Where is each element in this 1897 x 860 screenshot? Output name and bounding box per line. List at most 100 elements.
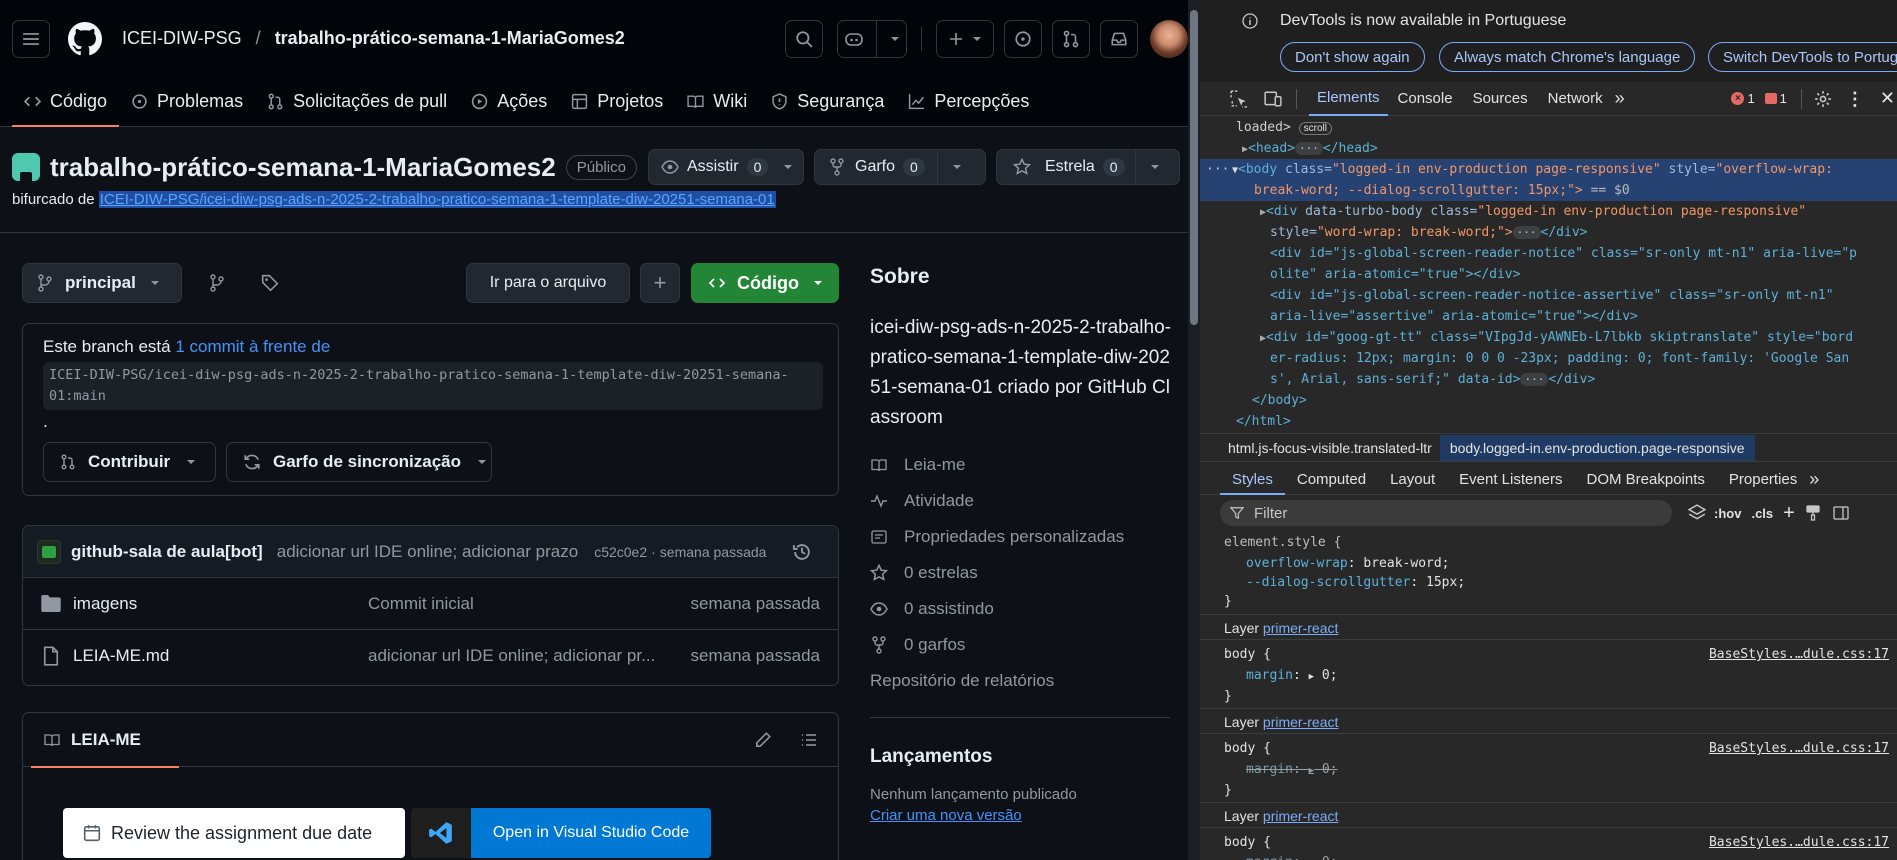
page-scrollbar[interactable] <box>1188 0 1200 860</box>
cls-toggle[interactable]: .cls <box>1751 506 1773 521</box>
paint-icon[interactable] <box>1805 505 1821 521</box>
issues-button[interactable] <box>1004 19 1042 58</box>
report-repository-link[interactable]: Repositório de relatórios <box>870 663 1180 699</box>
tab-styles[interactable]: Styles <box>1220 465 1285 495</box>
tab-pull-requests[interactable]: Solicitações de pull <box>255 91 459 126</box>
about-item-activity[interactable]: Atividade <box>870 483 1180 519</box>
readme-tab[interactable]: LEIA-ME <box>31 713 179 768</box>
star-button[interactable]: Estrela 0 <box>996 149 1180 185</box>
rule-source-link[interactable]: BaseStyles.…dule.css:17 <box>1709 738 1889 759</box>
devtools-tab-network[interactable]: Network <box>1538 90 1613 107</box>
forked-from-link[interactable]: ICEI-DIW-PSG/icei-diw-psg-ads-n-2025-2-t… <box>98 191 776 208</box>
sidebar-toggle-icon[interactable] <box>1833 505 1849 521</box>
about-item-custom-properties[interactable]: Propriedades personalizadas <box>870 519 1180 555</box>
tab-problemas[interactable]: Problemas <box>119 91 255 126</box>
crumb-body[interactable]: body.logged-in.env-production.page-respo… <box>1439 434 1755 461</box>
create-release-link[interactable]: Criar uma nova versão <box>870 807 1180 824</box>
dom-node-head[interactable]: ▶<head> ··· </head> <box>1242 138 1378 160</box>
commit-author[interactable]: github-sala de aula[bot] <box>71 542 263 562</box>
file-commit-message[interactable]: adicionar url IDE online; adicionar pr..… <box>368 646 655 666</box>
tab-projetos[interactable]: Projetos <box>559 91 675 126</box>
tab-properties[interactable]: Properties <box>1717 471 1809 488</box>
match-language-button[interactable]: Always match Chrome's language <box>1439 42 1696 72</box>
contribute-button[interactable]: Contribuir <box>43 442 216 482</box>
menu-button[interactable] <box>12 19 50 58</box>
rule-source-link[interactable]: BaseStyles.…dule.css:17 <box>1709 832 1889 853</box>
table-row[interactable]: imagens Commit inicial semana passada <box>23 578 838 630</box>
github-logo-icon[interactable] <box>68 21 102 56</box>
tab-wiki[interactable]: Wiki <box>675 91 759 126</box>
layer-link[interactable]: primer-react <box>1263 808 1338 824</box>
history-icon[interactable] <box>792 542 812 562</box>
styles-filter-input[interactable]: Filter <box>1220 500 1672 526</box>
tab-event-listeners[interactable]: Event Listeners <box>1447 471 1574 488</box>
breadcrumb-owner[interactable]: ICEI-DIW-PSG <box>122 28 242 49</box>
repo-title[interactable]: trabalho-prático-semana-1-MariaGomes2 <box>50 152 556 183</box>
style-declaration[interactable]: --dialog-scrollgutter: 15px; <box>1246 572 1465 593</box>
devtools-tab-sources[interactable]: Sources <box>1463 90 1538 107</box>
about-item-forks[interactable]: 0 garfos <box>870 627 1180 663</box>
style-declaration[interactable]: margin: ▶ 0; <box>1246 665 1338 688</box>
inbox-button[interactable] <box>1100 19 1138 58</box>
commit-message[interactable]: adicionar url IDE online; adicionar praz… <box>277 542 578 562</box>
breadcrumb-repo[interactable]: trabalho-prático-semana-1-MariaGomes2 <box>275 28 625 49</box>
tab-layout[interactable]: Layout <box>1378 471 1447 488</box>
style-declaration-overridden[interactable]: margin: ▶ 0; <box>1246 759 1338 782</box>
sync-fork-button[interactable]: Garfo de sincronização <box>226 442 492 482</box>
new-rule-icon[interactable]: + <box>1783 502 1795 525</box>
dont-show-button[interactable]: Don't show again <box>1280 42 1425 72</box>
watch-button[interactable]: Assistir 0 <box>648 149 804 185</box>
dom-node-text[interactable]: <div id="js-global-screen-reader-notice-… <box>1270 285 1834 306</box>
about-item-stars[interactable]: 0 estrelas <box>870 555 1180 591</box>
switch-language-button[interactable]: Switch DevTools to Portug <box>1708 42 1897 72</box>
file-name[interactable]: imagens <box>73 594 368 614</box>
hov-toggle[interactable]: :hov <box>1714 506 1741 521</box>
copilot-button[interactable] <box>837 19 907 58</box>
file-commit-message[interactable]: Commit inicial <box>368 594 474 614</box>
tag-icon[interactable] <box>261 274 279 292</box>
dom-node-div[interactable]: ▶<div data-turbo-body class="logged-in e… <box>1260 201 1806 223</box>
more-tabs-icon[interactable]: » <box>1615 88 1625 109</box>
more-tabs-icon[interactable]: » <box>1809 469 1819 490</box>
inspect-icon[interactable] <box>1230 89 1248 108</box>
style-declaration-overridden[interactable]: margin: ▶ 0; <box>1246 852 1338 860</box>
goto-file-button[interactable]: Ir para o arquivo <box>466 263 630 303</box>
dom-node-text[interactable]: <div id="js-global-screen-reader-notice"… <box>1270 243 1857 264</box>
add-file-button[interactable]: + <box>640 263 680 303</box>
fork-button[interactable]: Garfo 0 <box>814 149 986 185</box>
dom-node-text[interactable]: <div id="goog-gt-tt" class="VIpgJd-yAWNE… <box>1266 330 1853 345</box>
devtools-tab-console[interactable]: Console <box>1388 90 1463 107</box>
style-declaration[interactable]: overflow-wrap: break-word; <box>1246 553 1450 574</box>
about-item-readme[interactable]: Leia-me <box>870 447 1180 483</box>
devtools-tab-elements[interactable]: Elements <box>1309 82 1388 116</box>
dom-tag[interactable]: </html> <box>1236 411 1291 432</box>
code-button[interactable]: Código <box>691 263 839 303</box>
tab-codigo[interactable]: Código <box>12 91 120 127</box>
layer-link[interactable]: primer-react <box>1263 620 1338 636</box>
tab-computed[interactable]: Computed <box>1285 471 1378 488</box>
vscode-button[interactable]: Open in Visual Studio Code <box>411 808 711 858</box>
rule-source-link[interactable]: BaseStyles.…dule.css:17 <box>1709 644 1889 665</box>
kebab-menu-icon[interactable]: ⋮ <box>1846 90 1864 108</box>
dom-tag[interactable]: </body> <box>1252 390 1307 411</box>
branch-select[interactable]: principal <box>22 263 182 303</box>
layers-icon[interactable] <box>1688 504 1706 522</box>
issue-counters[interactable]: × 1 1 <box>1731 91 1787 106</box>
branches-icon[interactable] <box>209 274 225 292</box>
review-due-date-button[interactable]: Review the assignment due date <box>63 808 405 858</box>
tab-seguranca[interactable]: Segurança <box>759 91 896 126</box>
file-name[interactable]: LEIA-ME.md <box>73 646 368 666</box>
scroll-badge[interactable]: scroll <box>1298 122 1332 135</box>
settings-gear-icon[interactable] <box>1814 90 1832 108</box>
pull-requests-button[interactable] <box>1052 19 1090 58</box>
crumb-html[interactable]: html.js-focus-visible.translated-ltr <box>1200 440 1440 456</box>
search-button[interactable] <box>785 19 823 58</box>
commits-ahead-link[interactable]: 1 commit à frente de <box>175 337 330 356</box>
create-new-button[interactable] <box>936 19 994 58</box>
close-icon[interactable]: ✕ <box>1880 88 1895 109</box>
tab-dom-breakpoints[interactable]: DOM Breakpoints <box>1575 471 1717 488</box>
list-icon[interactable] <box>800 732 818 748</box>
tab-acoes[interactable]: Ações <box>459 91 559 126</box>
tab-percepcoes[interactable]: Percepções <box>896 91 1041 126</box>
pencil-icon[interactable] <box>754 731 772 749</box>
